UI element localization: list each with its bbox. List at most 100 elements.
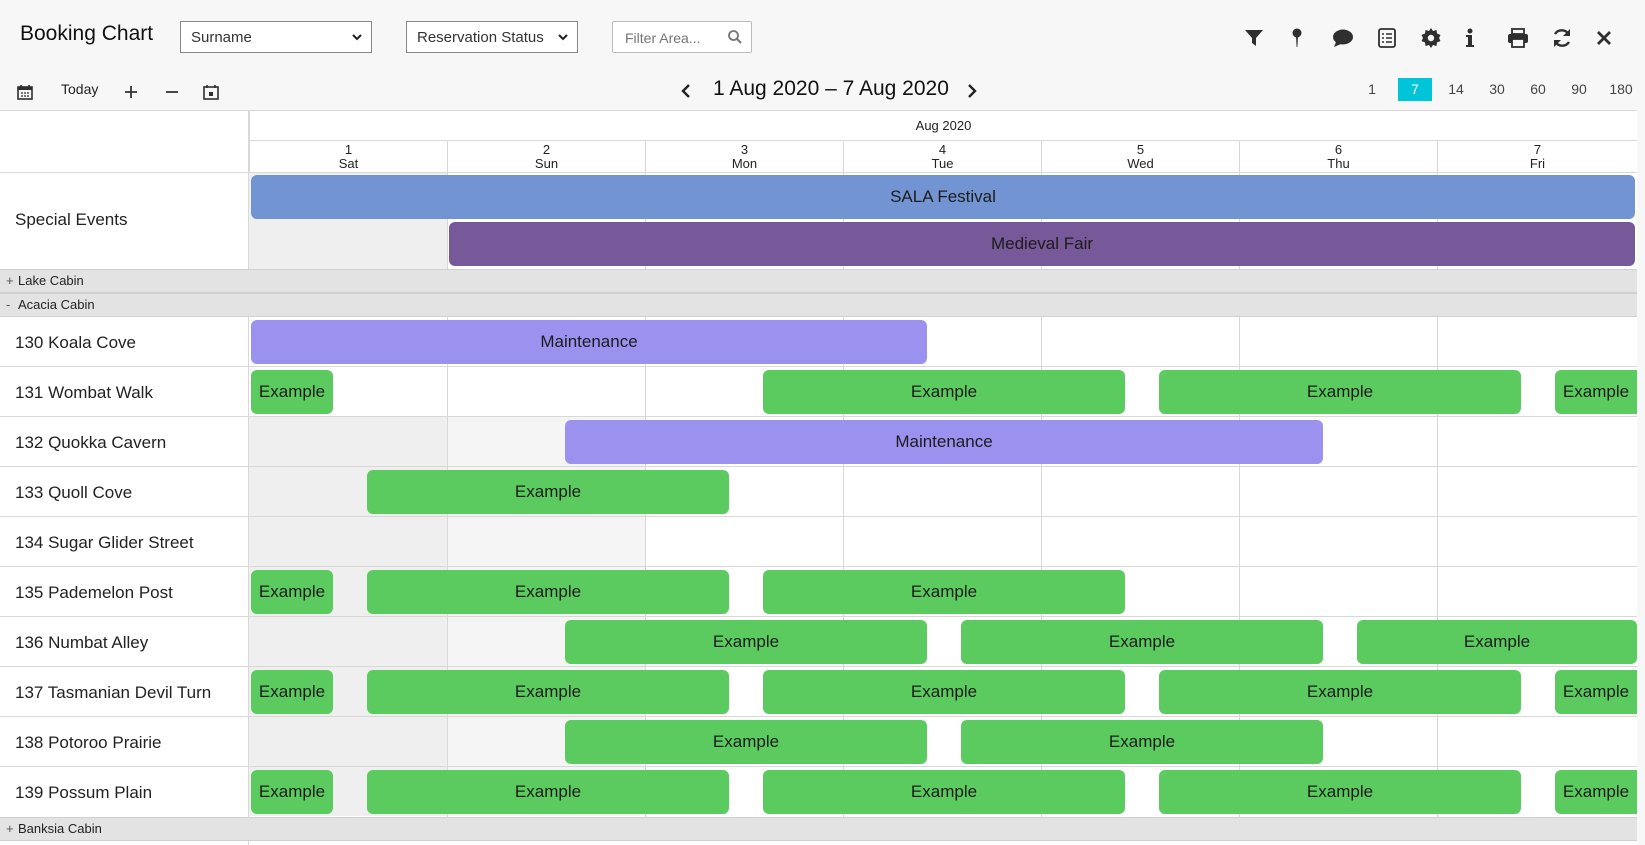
booking-block[interactable]: Example	[565, 720, 927, 764]
filter-icon[interactable]	[1242, 26, 1266, 50]
filter-area	[612, 21, 752, 53]
room-label: 131 Wombat Walk	[15, 383, 153, 402]
calendar-icon[interactable]	[15, 82, 35, 102]
map-pin-icon[interactable]	[1285, 26, 1309, 50]
plus-icon[interactable]	[121, 82, 141, 102]
page-title: Booking Chart	[20, 22, 154, 45]
zoom-90[interactable]: 90	[1564, 78, 1594, 101]
chevron-down-icon	[351, 30, 363, 48]
list-icon[interactable]	[1375, 26, 1399, 50]
booking-block[interactable]: Example	[961, 620, 1323, 664]
booking-block[interactable]: Example	[1159, 770, 1521, 814]
booking-block[interactable]: Example	[1555, 670, 1637, 714]
maintenance-block[interactable]: Maintenance	[251, 320, 927, 364]
room-label: 135 Pademelon Post	[15, 583, 173, 602]
booking-block[interactable]: Example	[251, 370, 333, 414]
booking-block[interactable]: Example	[367, 470, 729, 514]
refresh-icon[interactable]	[1550, 26, 1574, 50]
room-label: 130 Koala Cove	[15, 333, 136, 352]
booking-block[interactable]: Example	[1555, 770, 1637, 814]
day-header: 3 Mon	[645, 141, 843, 172]
group-label: Lake Cabin	[18, 273, 84, 288]
row-divider	[0, 416, 1637, 417]
day-header: 2 Sun	[447, 141, 645, 172]
booking-block[interactable]: Example	[367, 670, 729, 714]
calendar-check-icon[interactable]	[201, 82, 221, 102]
sort-select[interactable]: Surname	[180, 21, 372, 53]
booking-block[interactable]: Example	[1159, 370, 1521, 414]
today-button[interactable]: Today	[61, 81, 98, 97]
booking-block[interactable]: Example	[1555, 370, 1637, 414]
row-divider	[0, 466, 1637, 467]
comment-icon[interactable]	[1331, 26, 1355, 50]
date-range: 1 Aug 2020 – 7 Aug 2020	[713, 77, 949, 100]
room-label: 133 Quoll Cove	[15, 483, 133, 502]
print-icon[interactable]	[1506, 26, 1530, 50]
group-label: Banksia Cabin	[18, 821, 102, 836]
close-icon[interactable]	[1592, 26, 1616, 50]
booking-block[interactable]: Example	[763, 570, 1125, 614]
row-divider	[0, 366, 1637, 367]
collapse-toggle[interactable]: -	[6, 294, 18, 316]
booking-block[interactable]: Example	[251, 670, 333, 714]
day-header: 1 Sat	[249, 141, 447, 172]
room-label: 137 Tasmanian Devil Turn	[15, 683, 212, 702]
chevron-right-icon[interactable]	[963, 80, 981, 102]
booking-block[interactable]: Example	[251, 770, 333, 814]
booking-block[interactable]: Example	[1159, 670, 1521, 714]
booking-block[interactable]: Example	[565, 620, 927, 664]
row-divider	[0, 566, 1637, 567]
room-label: 136 Numbat Alley	[15, 633, 149, 652]
booking-block[interactable]: Example	[763, 770, 1125, 814]
booking-block[interactable]: Example	[763, 670, 1125, 714]
booking-block[interactable]: Example	[763, 370, 1125, 414]
row-divider	[0, 516, 1637, 517]
booking-block[interactable]: Example	[251, 570, 333, 614]
gear-icon[interactable]	[1419, 26, 1443, 50]
expand-toggle[interactable]: +	[6, 818, 18, 840]
status-select[interactable]: Reservation Status	[406, 21, 578, 53]
room-label: 132 Quokka Cavern	[15, 433, 167, 452]
chevron-left-icon[interactable]	[677, 80, 695, 102]
room-label: 134 Sugar Glider Street	[15, 533, 194, 552]
booking-block[interactable]: Example	[961, 720, 1323, 764]
row-divider	[0, 716, 1637, 717]
event-sala-festival[interactable]: SALA Festival	[251, 175, 1635, 219]
column-divider	[447, 317, 448, 817]
room-label: 138 Potoroo Prairie	[15, 733, 162, 752]
info-icon[interactable]	[1458, 26, 1482, 50]
day-header: 6 Thu	[1239, 141, 1437, 172]
minus-icon[interactable]	[162, 82, 182, 102]
event-medieval-fair[interactable]: Medieval Fair	[449, 222, 1635, 266]
status-select-value: Reservation Status	[417, 29, 544, 46]
special-events-label: Special Events	[15, 210, 128, 229]
group-acacia-cabin[interactable]: - Acacia Cabin	[0, 293, 1637, 317]
row-divider	[0, 666, 1637, 667]
day-header: 4 Tue	[843, 141, 1041, 172]
room-label: 139 Possum Plain	[15, 783, 153, 802]
booking-grid: Aug 2020 1 Sat 2 Sun 3 Mon 4 Tue 5 Wed 6 Thu 7…	[0, 110, 1637, 845]
zoom-60[interactable]: 60	[1523, 78, 1553, 101]
zoom-180[interactable]: 180	[1604, 78, 1638, 101]
row-divider	[0, 616, 1637, 617]
filter-area-input[interactable]	[623, 29, 727, 47]
expand-toggle[interactable]: +	[6, 270, 18, 292]
group-banksia-cabin[interactable]: + Banksia Cabin	[0, 817, 1637, 841]
row-divider	[0, 172, 1637, 173]
booking-block[interactable]: Example	[367, 770, 729, 814]
zoom-1[interactable]: 1	[1357, 78, 1387, 101]
booking-block[interactable]: Example	[367, 570, 729, 614]
month-header: Aug 2020	[249, 111, 1637, 141]
booking-block[interactable]: Example	[1357, 620, 1637, 664]
zoom-14[interactable]: 14	[1441, 78, 1471, 101]
sort-select-value: Surname	[191, 29, 252, 46]
maintenance-block[interactable]: Maintenance	[565, 420, 1323, 464]
day-header: 5 Wed	[1041, 141, 1239, 172]
row-divider	[0, 766, 1637, 767]
day-header: 7 Fri	[1437, 141, 1637, 172]
zoom-30[interactable]: 30	[1482, 78, 1512, 101]
search-icon[interactable]	[727, 29, 743, 50]
chevron-down-icon	[557, 30, 569, 48]
group-lake-cabin[interactable]: + Lake Cabin	[0, 269, 1637, 293]
zoom-7[interactable]: 7	[1398, 78, 1432, 101]
